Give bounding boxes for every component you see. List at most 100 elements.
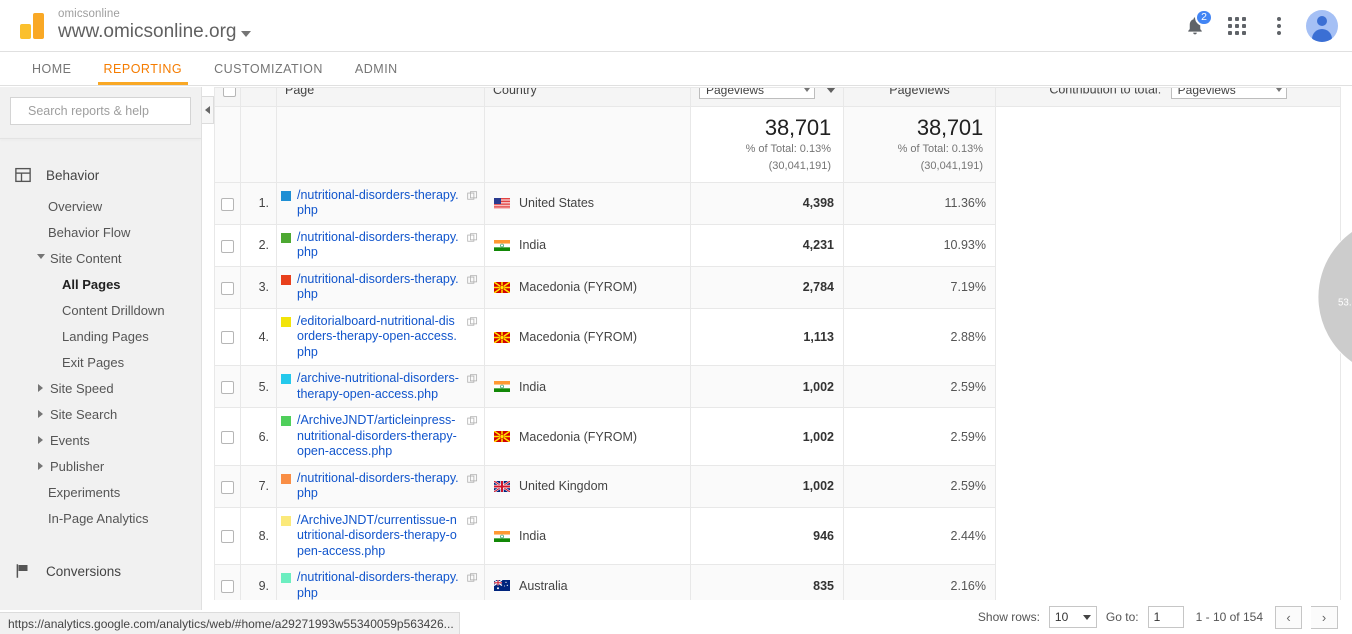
header-metric-select[interactable]: Pageviews — [690, 87, 844, 107]
row-select-cell[interactable] — [214, 464, 241, 508]
contribution-dropdown[interactable]: Pageviews — [1170, 88, 1287, 99]
tab-reporting[interactable]: REPORTING — [88, 52, 199, 85]
row-select-cell[interactable] — [214, 307, 241, 367]
row-select-cell[interactable] — [214, 365, 241, 409]
sidebar-item-in-page-analytics[interactable]: In-Page Analytics — [0, 505, 201, 531]
sidebar-item-content-drilldown[interactable]: Content Drilldown — [0, 297, 201, 323]
country-name: Macedonia (FYROM) — [519, 280, 638, 295]
metric-dropdown[interactable]: Pageviews — [699, 88, 815, 99]
row-checkbox[interactable] — [221, 480, 234, 494]
top-bar-actions: 2 — [1180, 8, 1352, 42]
page-url-link[interactable]: /nutritional-disorders-therapy.php — [297, 272, 461, 303]
row-select-cell[interactable] — [214, 223, 241, 267]
summary-pageviews2-total: (30,041,191) — [920, 160, 983, 173]
tab-customization[interactable]: CUSTOMIZATION — [198, 52, 339, 85]
summary-row: 38,701 % of Total: 0.13% (30,041,191) 38… — [214, 105, 1341, 610]
open-in-new-icon[interactable] — [467, 573, 478, 587]
page-url-link[interactable]: /archive-nutritional-disorders-therapy-o… — [297, 371, 461, 402]
row-country-cell: Macedonia (FYROM) — [484, 265, 691, 309]
open-in-new-icon[interactable] — [467, 275, 478, 289]
header-index — [240, 87, 277, 107]
sidebar-item-site-content[interactable]: Site Content — [0, 245, 201, 271]
more-vertical-icon — [1277, 16, 1281, 35]
row-select-cell[interactable] — [214, 407, 241, 466]
page-url-link[interactable]: /ArchiveJNDT/currentissue-nutritional-di… — [297, 513, 461, 560]
header-page[interactable]: Page — [276, 87, 485, 107]
sidebar-item-site-search[interactable]: Site Search — [0, 401, 201, 427]
prev-page-button[interactable]: ‹ — [1275, 605, 1302, 629]
sidebar-item-behavior-flow[interactable]: Behavior Flow — [0, 219, 201, 245]
page-url-link[interactable]: /editorialboard-nutritional-disorders-th… — [297, 314, 461, 361]
open-in-new-icon[interactable] — [467, 317, 478, 331]
pagination-range: 1 - 10 of 154 — [1195, 610, 1263, 624]
series-color-swatch — [281, 473, 291, 484]
account-property-selector[interactable]: omicsonline www.omicsonline.org — [58, 8, 252, 43]
google-analytics-logo — [0, 11, 58, 41]
behavior-icon — [15, 167, 31, 183]
avatar[interactable] — [1306, 9, 1338, 42]
sidebar-collapse-handle[interactable] — [202, 96, 214, 124]
row-checkbox[interactable] — [221, 381, 234, 395]
sidebar-item-exit-pages[interactable]: Exit Pages — [0, 349, 201, 375]
page-url-link[interactable]: /ArchiveJNDT/articleinpress-nutritional-… — [297, 413, 461, 460]
open-in-new-icon[interactable] — [467, 191, 478, 205]
header-select-all[interactable] — [214, 87, 241, 107]
open-in-new-icon[interactable] — [467, 233, 478, 247]
chevron-down-icon — [1082, 614, 1091, 620]
next-page-button[interactable]: › — [1311, 605, 1338, 629]
row-select-cell[interactable] — [214, 506, 241, 566]
row-country-cell: United States — [484, 181, 691, 225]
row-pageviews-pct-cell: 2.59% — [843, 365, 996, 409]
sidebar-item-events[interactable]: Events — [0, 427, 201, 453]
row-checkbox[interactable] — [221, 239, 234, 253]
row-select-cell[interactable] — [214, 265, 241, 309]
show-rows-select[interactable]: 10 — [1048, 606, 1097, 628]
page-url-link[interactable]: /nutritional-disorders-therapy.php — [297, 570, 461, 601]
sidebar-item-experiments[interactable]: Experiments — [0, 479, 201, 505]
sidebar-item-landing-pages[interactable]: Landing Pages — [0, 323, 201, 349]
flag-icon — [16, 564, 28, 578]
sidebar-item-publisher[interactable]: Publisher — [0, 453, 201, 479]
row-country-cell: Macedonia (FYROM) — [484, 307, 691, 367]
chevron-down-icon[interactable] — [241, 31, 252, 38]
row-checkbox[interactable] — [221, 430, 234, 444]
sidebar-group-conversions[interactable]: Conversions — [0, 553, 201, 589]
page-url-link[interactable]: /nutritional-disorders-therapy.php — [297, 188, 461, 219]
open-in-new-icon[interactable] — [467, 374, 478, 388]
search-box[interactable] — [10, 97, 191, 125]
open-in-new-icon[interactable] — [467, 416, 478, 430]
sidebar-item-overview[interactable]: Overview — [0, 193, 201, 219]
row-checkbox[interactable] — [221, 580, 234, 594]
goto-label: Go to: — [1105, 610, 1139, 624]
header-country[interactable]: Country — [484, 87, 691, 107]
browser-status-bar: https://analytics.google.com/analytics/w… — [0, 612, 460, 634]
row-select-cell[interactable] — [214, 181, 241, 225]
row-pageviews-cell: 1,002 — [690, 365, 844, 409]
row-checkbox[interactable] — [221, 281, 234, 295]
apps-grid-button[interactable] — [1222, 11, 1252, 41]
sidebar-item-label: Landing Pages — [62, 328, 149, 344]
goto-page-input[interactable] — [1147, 606, 1184, 628]
header-pageviews[interactable]: Pageviews — [843, 87, 996, 107]
row-checkbox[interactable] — [221, 530, 234, 544]
open-in-new-icon[interactable] — [467, 474, 478, 488]
row-checkbox[interactable] — [221, 197, 234, 211]
sidebar-item-site-speed[interactable]: Site Speed — [0, 375, 201, 401]
row-checkbox[interactable] — [221, 331, 234, 345]
overflow-menu-button[interactable] — [1264, 11, 1294, 41]
open-in-new-icon[interactable] — [467, 516, 478, 530]
row-page-cell: /nutritional-disorders-therapy.php — [276, 464, 485, 508]
page-url-link[interactable]: /nutritional-disorders-therapy.php — [297, 471, 461, 502]
select-all-checkbox[interactable] — [223, 88, 236, 98]
tab-admin[interactable]: ADMIN — [339, 52, 414, 85]
main-nav-tabs: HOME REPORTING CUSTOMIZATION ADMIN — [0, 52, 1352, 86]
sort-descending-icon[interactable] — [826, 88, 837, 93]
sidebar-item-all-pages[interactable]: All Pages — [0, 271, 201, 297]
row-index-cell: 2. — [240, 223, 277, 267]
tab-home[interactable]: HOME — [16, 52, 88, 85]
notifications-button[interactable]: 2 — [1180, 8, 1213, 41]
series-color-swatch — [281, 190, 291, 201]
search-input[interactable] — [26, 103, 191, 119]
page-url-link[interactable]: /nutritional-disorders-therapy.php — [297, 230, 461, 261]
sidebar-group-behavior[interactable]: Behavior — [0, 157, 201, 193]
